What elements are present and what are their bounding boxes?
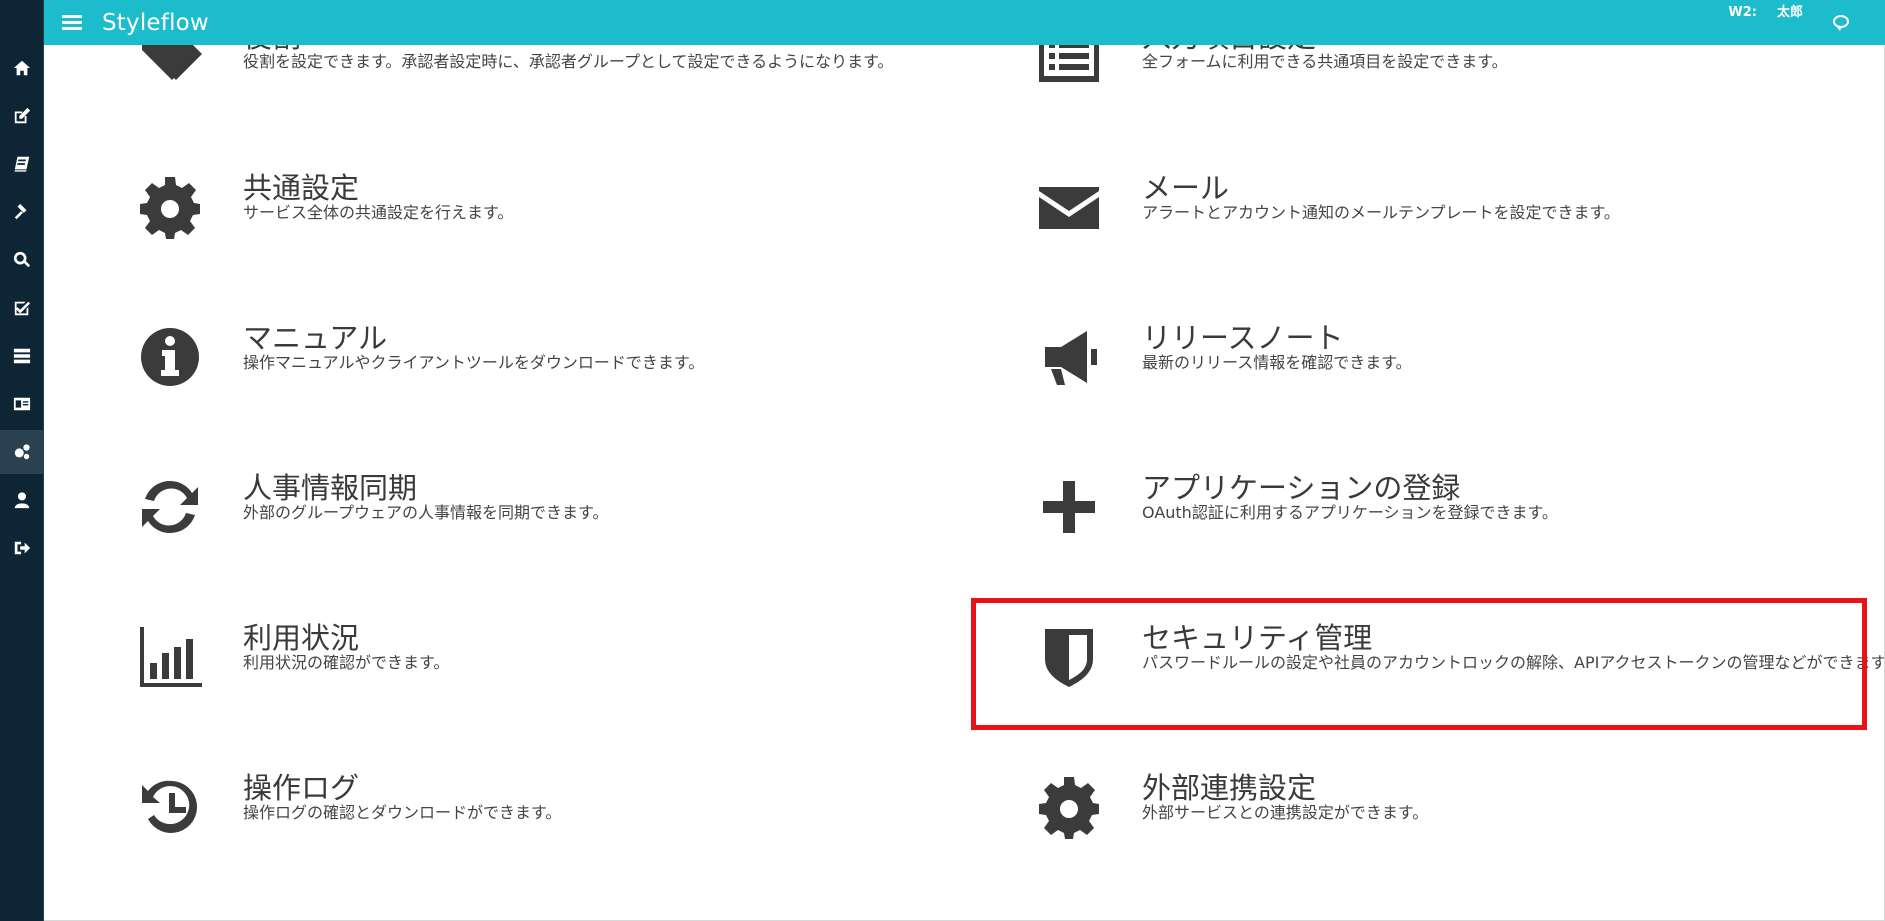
sidebar-item-card[interactable] bbox=[0, 382, 44, 426]
sign-out-icon bbox=[14, 541, 31, 555]
sidebar-item-home[interactable] bbox=[0, 46, 44, 90]
tile-input-fields[interactable]: 入力項目設定 全フォームに利用できる共通項目を設定できます。 bbox=[997, 45, 1877, 134]
user-menu[interactable]: W2: bbox=[1728, 5, 1757, 20]
refresh-icon bbox=[138, 475, 202, 539]
gavel-icon bbox=[14, 203, 27, 220]
home-icon bbox=[13, 60, 31, 76]
user-icon bbox=[14, 492, 30, 509]
tile-title: メール bbox=[1142, 171, 1230, 205]
tag-icon bbox=[138, 45, 202, 88]
menu-toggle-icon[interactable] bbox=[62, 15, 82, 30]
tile-common-settings[interactable]: 共通設定 サービス全体の共通設定を行えます。 bbox=[98, 165, 978, 285]
tile-title: 人事情報同期 bbox=[243, 471, 418, 505]
tile-description: 全フォームに利用できる共通項目を設定できます。 bbox=[1142, 52, 1508, 71]
server-icon bbox=[13, 348, 31, 364]
tile-description: アラートとアカウント通知のメールテンプレートを設定できます。 bbox=[1142, 203, 1620, 222]
tile-app-registration[interactable]: アプリケーションの登録 OAuth認証に利用するアプリケーションを登録できます。 bbox=[997, 465, 1877, 585]
tile-manual[interactable]: マニュアル 操作マニュアルやクライアントツールをダウンロードできます。 bbox=[98, 315, 978, 435]
tile-description: パスワードルールの設定や社員のアカウントロックの解除、APIアクセストークンの管… bbox=[1142, 653, 1885, 672]
chat-button[interactable] bbox=[1823, 5, 1849, 31]
tile-description: 役割を設定できます。承認者設定時に、承認者グループとして設定できるようになります… bbox=[243, 52, 894, 71]
app-title: Styleflow bbox=[102, 9, 209, 36]
gear-icon bbox=[138, 175, 202, 239]
sidebar-item-search[interactable] bbox=[0, 238, 44, 282]
chat-bubble-icon bbox=[1833, 15, 1849, 31]
search-icon bbox=[13, 251, 31, 268]
check-square-icon bbox=[14, 301, 31, 316]
sidebar bbox=[0, 0, 44, 921]
tile-title: セキュリティ管理 bbox=[1142, 621, 1373, 655]
bullhorn-icon bbox=[1037, 325, 1101, 389]
tile-title: アプリケーションの登録 bbox=[1142, 471, 1461, 505]
tile-description: 最新のリリース情報を確認できます。 bbox=[1142, 353, 1412, 372]
tile-roles[interactable]: 役割 役割を設定できます。承認者設定時に、承認者グループとして設定できるようにな… bbox=[98, 45, 978, 134]
user-name-menu[interactable]: 太郎 bbox=[1777, 5, 1803, 20]
tile-description: 外部のグループウェアの人事情報を同期できます。 bbox=[243, 503, 609, 522]
user-label-1: W2: bbox=[1728, 5, 1757, 20]
sidebar-item-settings[interactable] bbox=[0, 430, 44, 474]
settings-menu: 役割 役割を設定できます。承認者設定時に、承認者グループとして設定できるようにな… bbox=[44, 45, 1885, 921]
tile-usage[interactable]: 利用状況 利用状況の確認ができます。 bbox=[98, 615, 978, 735]
header-actions: W2: 太郎 bbox=[1708, 5, 1849, 31]
edit-icon bbox=[14, 107, 31, 124]
tile-description: 外部サービスとの連携設定ができます。 bbox=[1142, 803, 1429, 822]
tile-description: 操作マニュアルやクライアントツールをダウンロードできます。 bbox=[243, 353, 705, 372]
tile-description: サービス全体の共通設定を行えます。 bbox=[243, 203, 514, 222]
shield-icon bbox=[1037, 625, 1101, 689]
sidebar-item-tasks[interactable] bbox=[0, 286, 44, 330]
book-icon bbox=[14, 156, 30, 172]
tile-title: リリースノート bbox=[1142, 321, 1344, 355]
tile-release-notes[interactable]: リリースノート 最新のリリース情報を確認できます。 bbox=[997, 315, 1877, 435]
tile-operation-log[interactable]: 操作ログ 操作ログの確認とダウンロードができます。 bbox=[98, 765, 978, 885]
tile-external-integration[interactable]: 外部連携設定 外部サービスとの連携設定ができます。 bbox=[997, 765, 1877, 885]
tile-title: 利用状況 bbox=[243, 621, 360, 655]
sidebar-item-gavel[interactable] bbox=[0, 190, 44, 234]
tile-title: 操作ログ bbox=[243, 771, 360, 805]
top-header: Styleflow W2: 太郎 bbox=[44, 0, 1885, 45]
cogs-icon bbox=[14, 444, 30, 460]
tile-hr-sync[interactable]: 人事情報同期 外部のグループウェアの人事情報を同期できます。 bbox=[98, 465, 978, 585]
user-label-2: 太郎 bbox=[1776, 5, 1803, 20]
tile-title: 外部連携設定 bbox=[1142, 771, 1317, 805]
tile-security[interactable]: セキュリティ管理 パスワードルールの設定や社員のアカウントロックの解除、APIア… bbox=[997, 615, 1884, 735]
sidebar-item-logout[interactable] bbox=[0, 526, 44, 570]
sidebar-item-edit[interactable] bbox=[0, 94, 44, 138]
envelope-icon bbox=[1037, 175, 1101, 239]
bar-chart-icon bbox=[138, 625, 202, 689]
sidebar-item-book[interactable] bbox=[0, 142, 44, 186]
tile-title: マニュアル bbox=[243, 321, 388, 355]
history-icon bbox=[138, 775, 202, 839]
plus-icon bbox=[1037, 475, 1101, 539]
tile-description: OAuth認証に利用するアプリケーションを登録できます。 bbox=[1142, 503, 1558, 522]
tile-title: 共通設定 bbox=[243, 171, 360, 205]
tile-description: 利用状況の確認ができます。 bbox=[243, 653, 450, 672]
sidebar-item-user[interactable] bbox=[0, 478, 44, 522]
list-icon bbox=[1037, 45, 1101, 88]
info-icon bbox=[138, 325, 202, 389]
tile-mail[interactable]: メール アラートとアカウント通知のメールテンプレートを設定できます。 bbox=[997, 165, 1877, 285]
tile-description: 操作ログの確認とダウンロードができます。 bbox=[243, 803, 562, 822]
id-card-icon bbox=[13, 397, 31, 411]
sidebar-item-server[interactable] bbox=[0, 334, 44, 378]
gear-icon bbox=[1037, 775, 1101, 839]
